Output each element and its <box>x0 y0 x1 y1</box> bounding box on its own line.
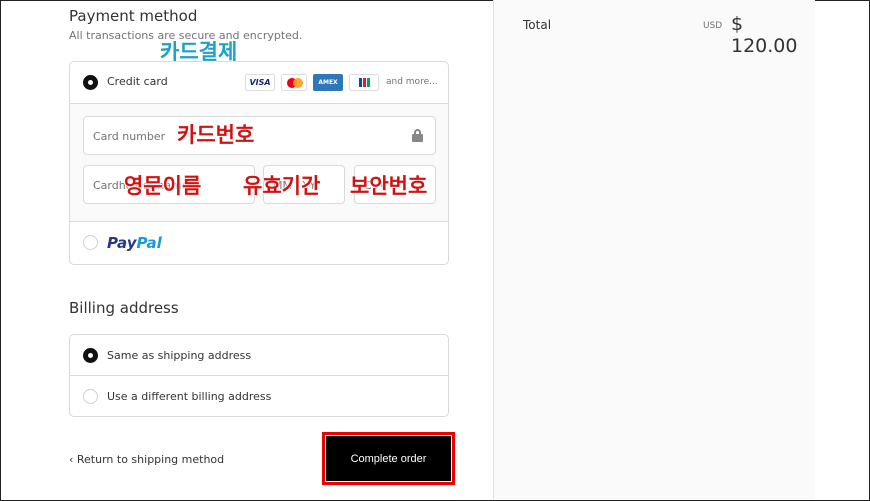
more-cards-label: and more... <box>386 77 438 87</box>
credit-card-label: Credit card <box>107 75 168 88</box>
credit-card-radio[interactable] <box>83 75 98 90</box>
same-address-radio[interactable] <box>83 348 98 363</box>
different-address-label: Use a different billing address <box>107 390 272 403</box>
payment-options: Credit card VISA AMEX and more... Card n… <box>69 61 449 265</box>
different-address-radio[interactable] <box>83 389 98 404</box>
annotation-english-name: 영문이름 <box>123 174 202 199</box>
annotation-card-number: 카드번호 <box>176 123 255 148</box>
paypal-radio[interactable] <box>83 235 98 250</box>
amex-icon: AMEX <box>313 74 343 91</box>
different-address-option[interactable]: Use a different billing address <box>70 376 448 417</box>
total-label: Total <box>523 18 552 32</box>
annotation-security-code: 보안번호 <box>349 174 428 199</box>
lock-icon <box>412 129 423 142</box>
total-amount: $ 120.00 <box>731 13 798 57</box>
billing-address-title: Billing address <box>69 299 179 317</box>
same-address-label: Same as shipping address <box>107 349 252 362</box>
return-to-shipping-link[interactable]: ‹ Return to shipping method <box>69 453 224 466</box>
credit-card-option[interactable]: Credit card VISA AMEX and more... <box>70 62 448 104</box>
order-summary: Total USD $ 120.00 <box>493 0 815 499</box>
complete-order-button[interactable]: Complete order <box>326 436 451 481</box>
card-number-field[interactable]: Card number <box>83 116 436 155</box>
annotation-card-payment: 카드결제 <box>159 40 238 65</box>
mastercard-icon <box>281 74 307 91</box>
checkout-main: Payment method All transactions are secu… <box>0 0 493 501</box>
annotation-expiry: 유효기간 <box>242 174 321 199</box>
same-address-option[interactable]: Same as shipping address <box>70 335 448 376</box>
credit-card-fields: Card number Cardholder name MM / YY CVV <box>70 104 448 222</box>
currency-label: USD <box>703 21 723 31</box>
paypal-option[interactable]: PayPal <box>70 222 448 264</box>
card-number-placeholder: Card number <box>93 130 166 143</box>
visa-icon: VISA <box>245 74 275 91</box>
payment-method-title: Payment method <box>69 7 198 25</box>
paypal-logo: PayPal <box>107 234 162 252</box>
billing-options: Same as shipping address Use a different… <box>69 334 449 417</box>
jcb-icon <box>349 74 379 91</box>
